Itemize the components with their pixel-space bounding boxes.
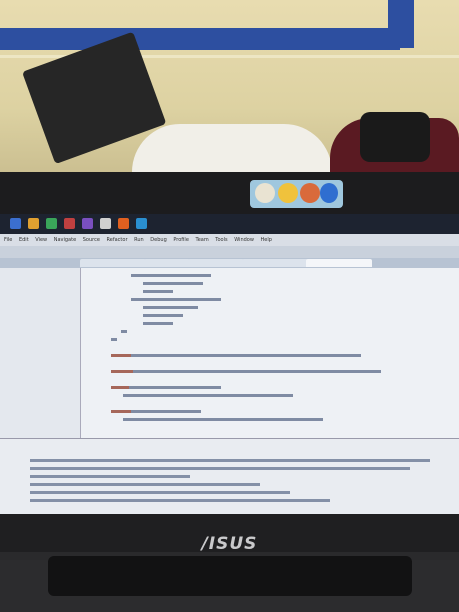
- menu-item[interactable]: Refactor: [107, 237, 128, 243]
- menu-item[interactable]: Window: [234, 237, 254, 243]
- menu-item[interactable]: Source: [83, 237, 100, 243]
- editor-tab[interactable]: [188, 259, 244, 267]
- tree-item[interactable]: [0, 414, 80, 421]
- tree-item[interactable]: [0, 366, 80, 373]
- menu-item[interactable]: Team: [195, 237, 208, 243]
- tree-item[interactable]: [0, 294, 80, 301]
- tree-item[interactable]: [0, 326, 80, 333]
- menu-item[interactable]: File: [4, 237, 12, 243]
- taskbar-icon[interactable]: [46, 218, 57, 229]
- code-editor[interactable]: [81, 268, 459, 438]
- tree-item[interactable]: [0, 374, 80, 381]
- menu-item[interactable]: Profile: [173, 237, 189, 243]
- editor-tab[interactable]: [242, 259, 308, 267]
- taskbar-icon[interactable]: [136, 218, 147, 229]
- project-tree: [0, 268, 81, 438]
- tree-item[interactable]: [0, 302, 80, 309]
- tree-item[interactable]: [0, 406, 80, 413]
- editor-tab[interactable]: [80, 259, 146, 267]
- wall-blue-stripe: [0, 28, 400, 50]
- tree-item[interactable]: [0, 278, 80, 285]
- tree-item[interactable]: [0, 390, 80, 397]
- taskbar-icon[interactable]: [10, 218, 21, 229]
- tree-item[interactable]: [0, 334, 80, 341]
- menu-item[interactable]: View: [35, 237, 47, 243]
- sticker-character-4: [320, 183, 338, 203]
- menu-item[interactable]: Tools: [215, 237, 227, 243]
- editor-tabbar: [0, 258, 459, 268]
- taskbar-icon[interactable]: [28, 218, 39, 229]
- ide-menubar: File Edit View Navigate Source Refactor …: [0, 234, 459, 246]
- tree-item[interactable]: [0, 398, 80, 405]
- tree-item[interactable]: [0, 358, 80, 365]
- sticker-character-2: [278, 183, 298, 203]
- menu-item[interactable]: Debug: [150, 237, 166, 243]
- tree-item[interactable]: [0, 286, 80, 293]
- taskbar-icon[interactable]: [82, 218, 93, 229]
- wall-blue-stripe-vertical: [388, 0, 414, 48]
- brand-logo: /ISUS: [201, 534, 258, 554]
- tree-item[interactable]: [0, 270, 80, 277]
- black-bag: [360, 112, 430, 162]
- sticker-character-1: [255, 183, 275, 203]
- taskbar-icon[interactable]: [64, 218, 75, 229]
- taskbar-icon[interactable]: [100, 218, 111, 229]
- menu-item[interactable]: Run: [134, 237, 144, 243]
- taskbar-icon[interactable]: [118, 218, 129, 229]
- menu-item[interactable]: Edit: [19, 237, 29, 243]
- code-text-rendering: [111, 274, 381, 421]
- taskbar: [0, 214, 459, 234]
- editor-tab[interactable]: [144, 259, 190, 267]
- tree-item[interactable]: [0, 342, 80, 349]
- menu-item[interactable]: Navigate: [54, 237, 76, 243]
- tree-item[interactable]: [0, 350, 80, 357]
- output-panel: [0, 438, 459, 514]
- tree-item[interactable]: [0, 318, 80, 325]
- tree-item[interactable]: [0, 382, 80, 389]
- sticker-character-3: [300, 183, 320, 203]
- menu-item[interactable]: Help: [261, 237, 272, 243]
- editor-tab-active[interactable]: [306, 259, 372, 267]
- tree-item[interactable]: [0, 310, 80, 317]
- laptop-hinge: [48, 556, 412, 596]
- laptop-screen: File Edit View Navigate Source Refactor …: [0, 214, 459, 514]
- ide-toolbar: [0, 246, 459, 258]
- output-text-rendering: [30, 459, 430, 502]
